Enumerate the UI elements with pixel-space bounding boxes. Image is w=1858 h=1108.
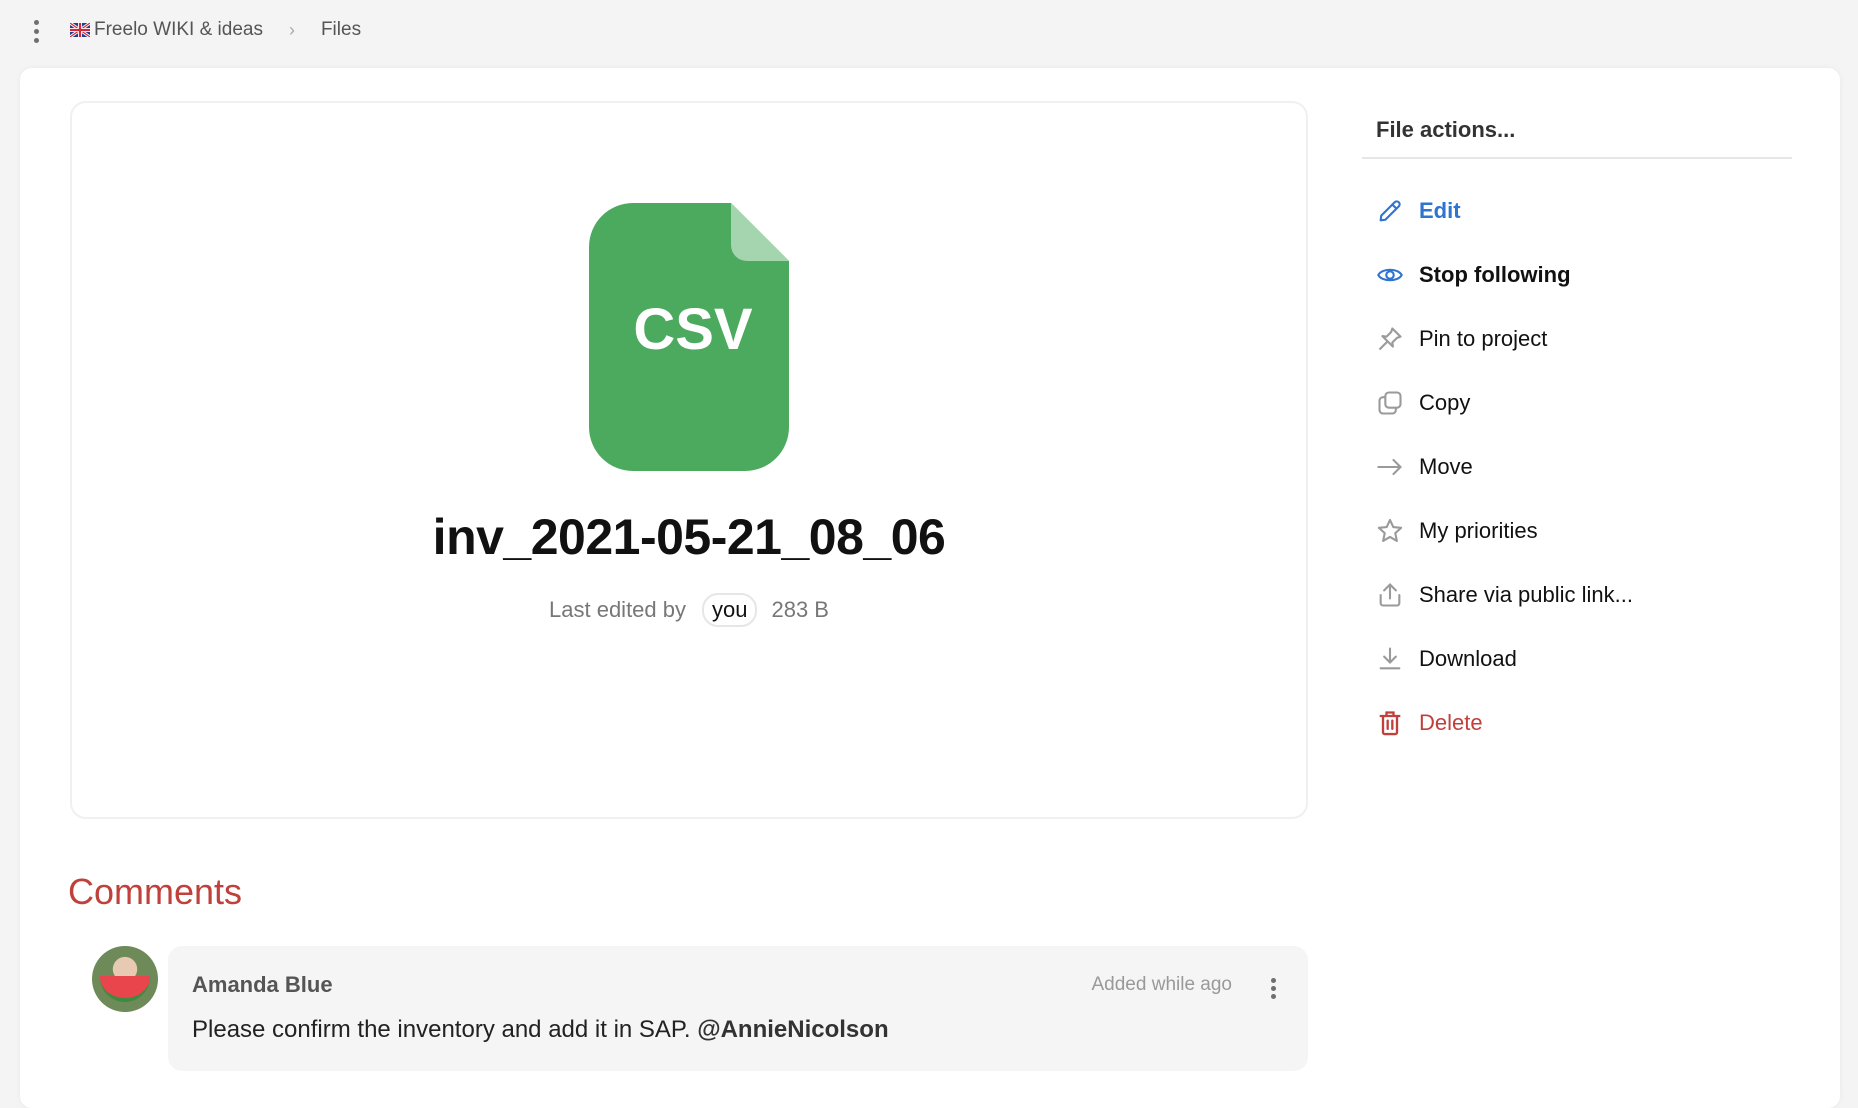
svg-text:CSV: CSV: [633, 297, 753, 362]
pin-label: Pin to project: [1419, 326, 1548, 351]
download-button[interactable]: Download: [1362, 627, 1792, 691]
more-options-icon[interactable]: [28, 20, 44, 44]
edit-button[interactable]: Edit: [1362, 179, 1792, 243]
delete-label: Delete: [1419, 710, 1483, 735]
pencil-icon: [1379, 200, 1401, 222]
comment-timestamp: Added while ago: [1091, 974, 1233, 995]
download-label: Download: [1419, 646, 1517, 671]
star-icon: [1377, 518, 1403, 542]
divider: [1362, 157, 1792, 159]
file-actions: File actions... Edit Stop following Pin …: [1362, 101, 1792, 755]
copy-label: Copy: [1419, 390, 1471, 415]
file-size: 283 B: [771, 597, 829, 622]
copy-button[interactable]: Copy: [1362, 371, 1792, 435]
arrow-right-icon: [1377, 458, 1402, 476]
edit-label: Edit: [1419, 198, 1461, 223]
share-label: Share via public link...: [1419, 582, 1633, 607]
comment-item: Amanda Blue Added while ago Please confi…: [168, 946, 1308, 1071]
copy-icon: [1378, 391, 1402, 415]
mention-link[interactable]: @AnnieNicolson: [697, 1016, 888, 1043]
comment-text: Please confirm the inventory and add it …: [192, 1016, 889, 1044]
uk-flag-icon: [70, 23, 90, 37]
my-priorities-button[interactable]: My priorities: [1362, 499, 1792, 563]
stop-following-button[interactable]: Stop following: [1362, 243, 1792, 307]
content-panel: CSV inv_2021-05-21_08_06 Last edited by …: [20, 68, 1840, 1108]
eye-icon: [1377, 268, 1403, 282]
move-label: Move: [1419, 454, 1473, 479]
breadcrumb-project[interactable]: Freelo WIKI & ideas: [94, 19, 263, 41]
comments-heading: Comments: [68, 871, 243, 912]
move-button[interactable]: Move: [1362, 435, 1792, 499]
share-icon: [1379, 583, 1401, 607]
breadcrumb-files[interactable]: Files: [321, 19, 361, 41]
last-edited-label: Last edited by: [549, 597, 686, 622]
pin-to-project-button[interactable]: Pin to project: [1362, 307, 1792, 371]
pin-icon: [1378, 327, 1402, 351]
avatar-image: [100, 976, 150, 1002]
csv-file-icon: CSV: [589, 203, 789, 471]
top-bar: Freelo WIKI & ideas › Files: [0, 0, 1858, 66]
my-priorities-label: My priorities: [1419, 518, 1538, 543]
share-public-link-button[interactable]: Share via public link...: [1362, 563, 1792, 627]
trash-icon: [1379, 711, 1401, 736]
file-actions-title: File actions...: [1376, 117, 1516, 142]
avatar: [92, 946, 158, 1012]
breadcrumb: Freelo WIKI & ideas › Files: [70, 19, 361, 41]
file-preview-card: CSV inv_2021-05-21_08_06 Last edited by …: [70, 101, 1308, 819]
comment-author[interactable]: Amanda Blue: [192, 972, 333, 998]
comment-body: Please confirm the inventory and add it …: [192, 1016, 698, 1043]
chevron-right-icon: ›: [288, 19, 295, 40]
file-name: inv_2021-05-21_08_06: [432, 509, 946, 565]
comment-options-icon[interactable]: [1268, 978, 1278, 1000]
delete-button[interactable]: Delete: [1362, 691, 1792, 755]
file-meta: Last edited by you 283 B: [72, 593, 1306, 627]
editor-badge[interactable]: you: [702, 593, 758, 627]
download-icon: [1379, 647, 1401, 670]
stop-following-label: Stop following: [1419, 262, 1571, 287]
